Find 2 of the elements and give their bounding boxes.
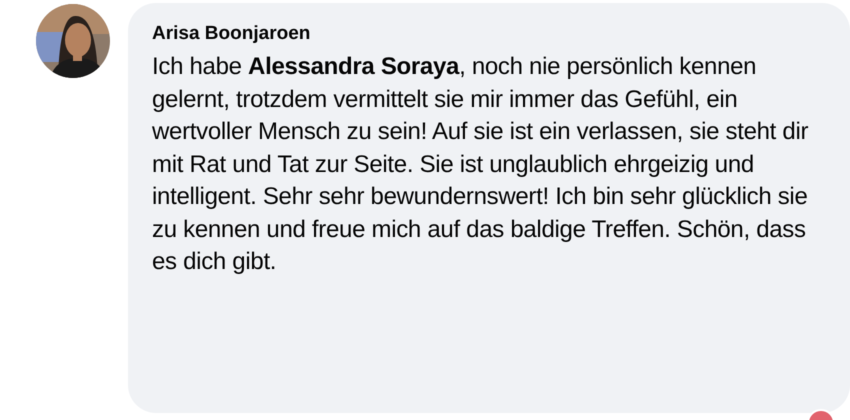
author-name[interactable]: Arisa Boonjaroen: [152, 21, 310, 47]
comment-text: Ich habe Alessandra Soraya, noch nie persönlich kennen gelernt, trotzdem vermittelt sie mir immer das Gefühl, ein wertvoller Mensch zu sein! Auf sie ist ein verlassen, sie steht dir mit Rat und Tat zur Seite. Sie ist unglaublich ehrgeizig und intelligent. Sehr sehr bewundernswert! Ich bin sehr glücklich sie zu kennen und freue mich auf das baldige Treffen. Schön, dass es dich gibt.: [152, 52, 810, 277]
